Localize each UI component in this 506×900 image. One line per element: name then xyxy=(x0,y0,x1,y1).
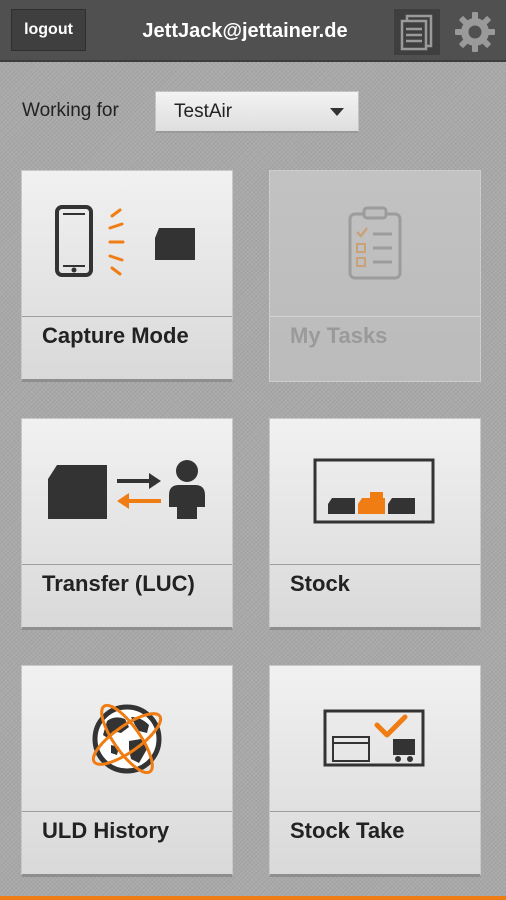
tile-divider xyxy=(270,811,480,812)
stock-take-label: Stock Take xyxy=(290,818,405,843)
tile-divider xyxy=(22,811,232,812)
airline-select[interactable]: TestAir xyxy=(155,91,359,133)
my-tasks-label: My Tasks xyxy=(290,323,388,348)
gear-icon xyxy=(455,12,495,52)
working-for-label: Working for xyxy=(22,100,119,121)
user-email: JettJack@jettainer.de xyxy=(142,20,348,42)
top-bar: logout JettJack@jettainer.de xyxy=(0,0,506,62)
uld-history-tile[interactable]: ULD History xyxy=(21,665,233,877)
my-tasks-tile: My Tasks xyxy=(269,170,481,382)
tile-divider xyxy=(22,564,232,565)
stock-take-tile[interactable]: Stock Take xyxy=(269,665,481,877)
transfer-icon xyxy=(47,459,205,519)
transfer-luc-label: Transfer (LUC) xyxy=(42,571,195,596)
transfer-luc-tile[interactable]: Transfer (LUC) xyxy=(21,418,233,630)
tile-divider xyxy=(270,316,480,317)
settings-button[interactable] xyxy=(452,9,498,55)
globe-icon xyxy=(91,703,163,774)
uld-history-label: ULD History xyxy=(42,818,170,843)
bottom-accent-bar xyxy=(0,896,506,900)
clipboard-icon xyxy=(348,206,402,280)
tile-divider xyxy=(270,564,480,565)
capture-mode-label: Capture Mode xyxy=(42,323,189,348)
chevron-down-icon xyxy=(330,108,344,116)
logout-button[interactable]: logout xyxy=(11,9,86,51)
stock-label: Stock xyxy=(290,571,350,596)
airline-select-value: TestAir xyxy=(174,101,233,122)
list-icon xyxy=(400,14,433,51)
capture-mode-tile[interactable]: Capture Mode xyxy=(21,170,233,382)
stock-icon xyxy=(313,458,435,523)
capture-icon xyxy=(55,204,195,277)
tile-divider xyxy=(22,316,232,317)
stock-take-icon xyxy=(323,709,425,766)
stock-tile[interactable]: Stock xyxy=(269,418,481,630)
list-button[interactable] xyxy=(394,9,440,55)
